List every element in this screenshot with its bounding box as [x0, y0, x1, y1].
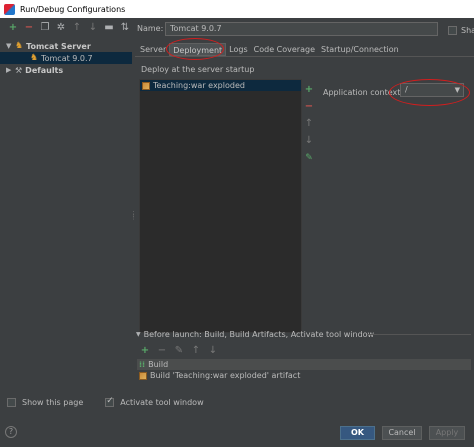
deploy-section-label: Deploy at the server startup [141, 65, 255, 74]
collapse-arrow-icon[interactable]: ▶ [6, 66, 15, 74]
configuration-tree: ▼ ♞ Tomcat Server ♞ Tomcat 9.0.7 ▶ ⚒ Def… [0, 40, 132, 76]
folder-icon[interactable]: ▬ [104, 23, 114, 33]
tree-item-label: Tomcat Server [26, 41, 91, 51]
divider [367, 334, 471, 335]
edit-icon[interactable]: ✎ [174, 346, 184, 356]
before-launch-title: Before launch: Build, Build Artifacts, A… [143, 330, 375, 339]
before-launch-section: ▼ Before launch: Build, Build Artifacts,… [135, 330, 474, 381]
show-page-checkbox[interactable] [7, 398, 16, 407]
apply-button[interactable]: Apply [429, 426, 465, 440]
deployment-item-label: Teaching:war exploded [153, 81, 245, 90]
ok-button[interactable]: OK [340, 426, 375, 440]
red-annotation-deployment-tab [166, 38, 224, 60]
name-field[interactable]: Tomcat 9.0.7 [165, 22, 438, 36]
help-icon[interactable]: ? [5, 426, 17, 438]
before-launch-list[interactable]: ⁞⁞ Build Build 'Teaching:war exploded' a… [137, 359, 471, 381]
tab-server[interactable]: Server [137, 43, 169, 56]
before-launch-options: Show this page Activate tool window [7, 396, 204, 407]
name-label: Name: [137, 24, 164, 33]
tab-startup-connection[interactable]: Startup/Connection [318, 43, 402, 56]
build-icon: ⁞⁞ [139, 360, 146, 369]
red-annotation-context-field [389, 79, 470, 106]
artifact-icon [139, 371, 147, 380]
add-icon[interactable]: + [8, 23, 18, 33]
list-item[interactable]: Teaching:war exploded [140, 80, 301, 91]
tree-item-label: Tomcat 9.0.7 [41, 53, 93, 63]
list-item[interactable]: ⁞⁞ Build [137, 359, 471, 370]
configuration-panel: Name: Tomcat 9.0.7 Share Server Deployme… [135, 18, 474, 415]
copy-icon[interactable]: ❐ [40, 23, 50, 33]
tree-item-tomcat-907[interactable]: ♞ Tomcat 9.0.7 [0, 52, 132, 64]
tab-logs[interactable]: Logs [226, 43, 250, 56]
before-launch-item-label: Build [148, 360, 169, 369]
move-up-icon[interactable]: ↑ [304, 118, 314, 130]
tomcat-icon: ♞ [30, 53, 39, 63]
deployment-toolbar: + − ↑ ↓ ✎ [304, 84, 314, 164]
tree-item-defaults[interactable]: ▶ ⚒ Defaults [0, 64, 132, 76]
settings-icon[interactable]: ✲ [56, 23, 66, 33]
move-down-icon[interactable]: ↓ [208, 346, 218, 356]
sort-icon[interactable]: ⇅ [120, 23, 130, 33]
add-icon[interactable]: + [304, 84, 314, 96]
show-page-label: Show this page [22, 398, 84, 407]
before-launch-item-label: Build 'Teaching:war exploded' artifact [150, 371, 301, 380]
collapse-arrow-icon[interactable]: ▼ [136, 331, 141, 338]
sidebar-toolbar: + − ❐ ✲ ↑ ↓ ▬ ⇅ [0, 18, 132, 38]
share-label: Share [461, 26, 474, 35]
activate-tool-window-checkbox[interactable] [105, 396, 115, 407]
tree-item-tomcat-server[interactable]: ▼ ♞ Tomcat Server [0, 40, 132, 52]
remove-icon[interactable]: − [157, 346, 167, 356]
artifact-icon [142, 81, 150, 90]
wrench-icon: ⚒ [15, 65, 23, 75]
cancel-button[interactable]: Cancel [382, 426, 422, 440]
tree-item-label: Defaults [25, 65, 64, 75]
share-option[interactable]: Share [448, 26, 474, 35]
move-down-icon[interactable]: ↓ [88, 23, 98, 33]
window-title: Run/Debug Configurations [20, 4, 126, 14]
list-item[interactable]: Build 'Teaching:war exploded' artifact [137, 370, 471, 381]
add-icon[interactable]: + [140, 346, 150, 356]
dialog-buttons: OK Cancel Apply [0, 415, 474, 447]
tab-code-coverage[interactable]: Code Coverage [251, 43, 318, 56]
move-up-icon[interactable]: ↑ [191, 346, 201, 356]
app-icon [4, 3, 15, 15]
remove-icon[interactable]: − [304, 101, 314, 113]
share-checkbox[interactable] [448, 26, 457, 35]
move-down-icon[interactable]: ↓ [304, 135, 314, 147]
activate-tool-window-label: Activate tool window [120, 398, 204, 407]
name-row: Name: Tomcat 9.0.7 [137, 22, 438, 36]
deployment-list[interactable]: Teaching:war exploded [139, 79, 302, 333]
remove-icon[interactable]: − [24, 23, 34, 33]
move-up-icon[interactable]: ↑ [72, 23, 82, 33]
before-launch-toolbar: + − ✎ ↑ ↓ [135, 345, 474, 357]
configurations-sidebar: + − ❐ ✲ ↑ ↓ ▬ ⇅ ▼ ♞ Tomcat Server ♞ Tomc… [0, 18, 132, 415]
edit-icon[interactable]: ✎ [304, 152, 314, 164]
tomcat-icon: ♞ [15, 41, 24, 51]
title-bar: Run/Debug Configurations [0, 0, 474, 18]
expand-arrow-icon[interactable]: ▼ [6, 42, 15, 50]
